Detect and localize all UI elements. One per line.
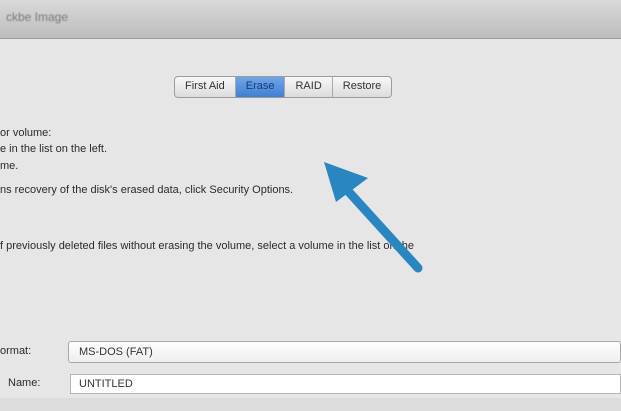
tab-bar: First Aid Erase RAID Restore	[174, 76, 393, 98]
tab-raid[interactable]: RAID	[285, 77, 333, 97]
name-label: Name:	[8, 377, 41, 389]
instruction-line-2: e in the list on the left.	[0, 143, 108, 155]
tab-first-aid[interactable]: First Aid	[175, 77, 236, 97]
tab-restore[interactable]: Restore	[333, 77, 392, 97]
window-titlebar[interactable]: ckbe Image	[0, 0, 621, 39]
bottom-strip	[0, 398, 621, 411]
format-label: ormat:	[0, 345, 32, 357]
instruction-line-3: me.	[0, 160, 19, 172]
tab-erase[interactable]: Erase	[235, 77, 286, 97]
format-popup[interactable]: MS-DOS (FAT)	[68, 341, 621, 363]
window-title: ckbe Image	[6, 10, 69, 24]
name-input[interactable]: UNTITLED	[70, 374, 621, 394]
disk-utility-window: ckbe Image First Aid Erase RAID Restore …	[0, 0, 621, 411]
instruction-line-1: or volume:	[0, 127, 52, 139]
arrow-pointing-up-left-icon	[324, 162, 423, 273]
instruction-line-4: ns recovery of the disk's erased data, c…	[0, 184, 294, 196]
